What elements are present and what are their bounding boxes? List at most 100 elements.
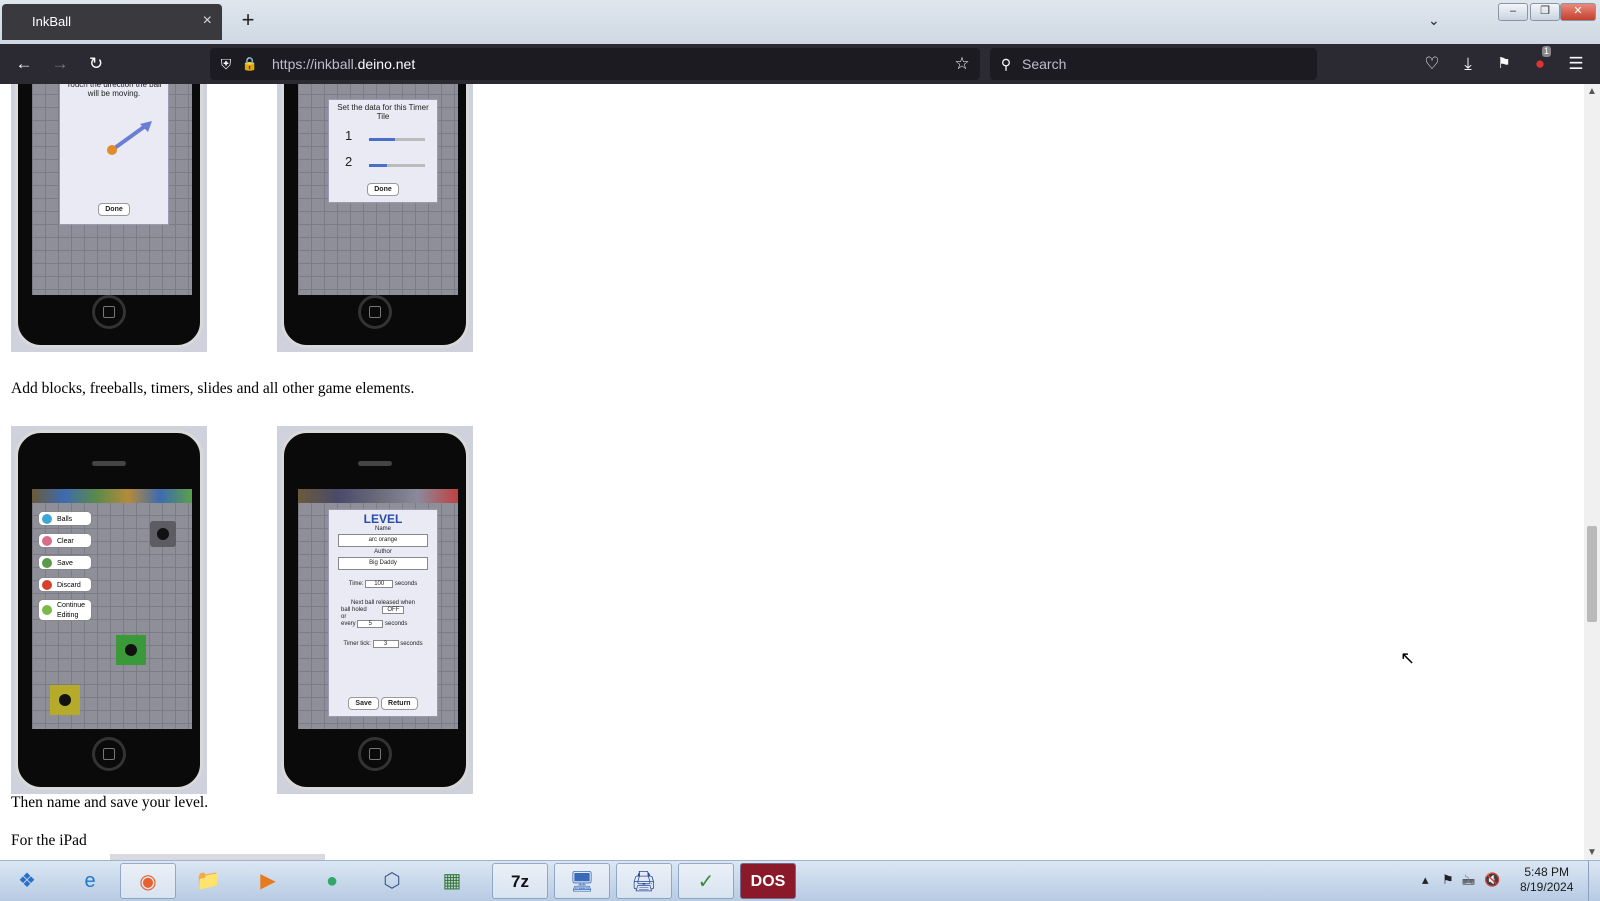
- caption-add-elements: Add blocks, freeballs, timers, slides an…: [11, 380, 415, 397]
- scroll-down-icon[interactable]: ▼: [1587, 847, 1597, 858]
- every-row: every 5 seconds: [341, 620, 408, 628]
- shield-icon[interactable]: ⛨: [214, 52, 238, 76]
- direction-arrow-icon: [107, 121, 152, 155]
- home-button-icon: [358, 295, 392, 329]
- done-button: Done: [98, 203, 130, 216]
- home-button-icon: [92, 737, 126, 771]
- screenshot-editor-menu: Balls Clear Save Discard Continue Editin…: [11, 426, 207, 794]
- yellow-hole-tile: [50, 685, 80, 715]
- level-return-button: Return: [381, 697, 418, 710]
- level-title: LEVEL: [363, 512, 403, 526]
- search-icon: ⚲: [1000, 56, 1012, 72]
- extensions-icon[interactable]: ⚑: [1492, 52, 1516, 76]
- nav-bar: ← → ↻ ⛨ 🔒 https://inkball.deino.net ☆ ⚲ …: [0, 44, 1600, 84]
- tab-close-icon[interactable]: ×: [203, 12, 212, 30]
- reload-icon[interactable]: ↻: [84, 52, 108, 76]
- internet-explorer-icon[interactable]: e: [62, 863, 118, 899]
- ball-holed-row: ball holed OFF: [329, 606, 437, 614]
- mouse-cursor-icon: ↖: [1400, 648, 1416, 668]
- search-placeholder: Search: [1022, 56, 1067, 72]
- downloads-icon[interactable]: ⤓: [1456, 52, 1480, 76]
- slider-2: [369, 164, 425, 167]
- remote-desktop-icon[interactable]: 🖥: [554, 863, 610, 899]
- menu-balls: Balls: [38, 511, 92, 526]
- author-field: Big Daddy: [338, 557, 428, 570]
- caption-ipad: For the iPad: [11, 832, 87, 849]
- lock-icon[interactable]: 🔒: [238, 52, 262, 76]
- screenshot-level-settings: LEVEL Name arc orange Author Big Daddy T…: [277, 426, 473, 794]
- caption-name-save: Then name and save your level.: [11, 794, 209, 811]
- chart-app-icon[interactable]: ✓: [678, 863, 734, 899]
- row-1-number: 1: [345, 128, 353, 143]
- minimize-button[interactable]: –: [1498, 3, 1528, 21]
- 7zip-icon[interactable]: 7z: [492, 863, 548, 899]
- timer-tick-row: Timer tick: 3 seconds: [343, 640, 423, 648]
- start-button-icon[interactable]: ❖: [2, 863, 52, 899]
- slider-1: [369, 138, 425, 141]
- timer-dialog: Set the data for this Timer Tile 1 2 Don…: [328, 99, 438, 203]
- name-label: Name: [374, 526, 391, 532]
- row-2-number: 2: [345, 154, 353, 169]
- green-hole-tile: [116, 635, 146, 665]
- search-bar[interactable]: ⚲ Search: [990, 48, 1317, 80]
- tile-palette: [32, 489, 192, 503]
- clock-date: 8/19/2024: [1520, 880, 1574, 894]
- action-center-flag-icon[interactable]: ⚑: [1442, 872, 1454, 888]
- restore-button[interactable]: ❐: [1530, 3, 1560, 21]
- url-bar[interactable]: ⛨ 🔒 https://inkball.deino.net ☆: [210, 48, 980, 80]
- hole-tile: [150, 521, 176, 547]
- firefox-icon[interactable]: ◉: [120, 863, 176, 899]
- network-app-icon[interactable]: 🖨: [616, 863, 672, 899]
- level-save-button: Save: [348, 697, 379, 710]
- forward-icon[interactable]: →: [48, 52, 72, 76]
- home-button-icon: [358, 737, 392, 771]
- globe-app-icon[interactable]: ●: [304, 863, 360, 899]
- tab-strip: InkBall × + ⌄ – ❐ ✕: [0, 0, 1600, 44]
- bookmark-star-icon[interactable]: ☆: [950, 52, 974, 76]
- extension-badge: 1: [1542, 46, 1552, 57]
- media-player-icon[interactable]: ▶: [240, 863, 296, 899]
- tab-inkball[interactable]: InkBall ×: [2, 4, 222, 40]
- screenshot-timer-tile: Set the data for this Timer Tile 1 2 Don…: [277, 84, 473, 352]
- scroll-thumb[interactable]: [1587, 526, 1597, 622]
- timer-dialog-title: Set the data for this Timer Tile: [337, 103, 429, 121]
- screenshot-direction: Touch the direction the ball will be mov…: [11, 84, 207, 352]
- ublock-icon[interactable]: ● 1: [1528, 46, 1552, 76]
- menu-save: Save: [38, 555, 92, 570]
- clock-time: 5:48 PM: [1524, 865, 1570, 879]
- vertical-scrollbar[interactable]: ▲ ▼: [1584, 84, 1600, 860]
- back-icon[interactable]: ←: [12, 52, 36, 76]
- name-field: arc orange: [338, 534, 428, 547]
- tray-expand-icon[interactable]: ▴: [1422, 872, 1429, 888]
- dosbox-icon[interactable]: DOS: [740, 863, 796, 899]
- show-desktop-button[interactable]: [1588, 861, 1600, 901]
- menu-icon[interactable]: ☰: [1564, 52, 1588, 76]
- scroll-up-icon[interactable]: ▲: [1587, 86, 1597, 97]
- page-content: Touch the direction the ball will be mov…: [0, 84, 1584, 860]
- spreadsheet-app-icon[interactable]: ▦: [424, 863, 480, 899]
- time-row: Time: 100 seconds: [348, 580, 418, 588]
- system-clock[interactable]: 5:48 PM 8/19/2024: [1520, 865, 1573, 895]
- menu-discard: Discard: [38, 577, 92, 592]
- file-explorer-icon[interactable]: 📁: [180, 863, 236, 899]
- menu-clear: Clear: [38, 533, 92, 548]
- level-dialog: LEVEL Name arc orange Author Big Daddy T…: [328, 509, 438, 717]
- tile-palette: [298, 489, 458, 503]
- done-button: Done: [367, 183, 399, 196]
- new-tab-button[interactable]: +: [236, 8, 260, 32]
- author-label: Author: [374, 549, 392, 555]
- url-text: https://inkball.deino.net: [272, 56, 416, 72]
- tab-title: InkBall: [32, 14, 72, 29]
- home-button-icon: [92, 295, 126, 329]
- pocket-icon[interactable]: ♡: [1420, 52, 1444, 76]
- volume-muted-icon[interactable]: 🔇: [1484, 872, 1500, 888]
- direction-text: Touch the direction the ball will be mov…: [66, 84, 162, 98]
- virtualbox-icon[interactable]: ⬡: [364, 863, 420, 899]
- close-window-button[interactable]: ✕: [1560, 3, 1596, 21]
- level-actions: Save Return: [329, 697, 437, 710]
- taskbar: ❖ e ◉ 📁 ▶ ● ⬡ ▦ 7z 🖥 🖨 ✓ DOS ▴ ⚑ 🖮 🔇 5:4…: [0, 860, 1600, 901]
- menu-continue-editing: Continue Editing: [38, 599, 92, 621]
- list-tabs-icon[interactable]: ⌄: [1428, 12, 1440, 29]
- network-icon[interactable]: 🖮: [1462, 872, 1475, 894]
- direction-dialog: Touch the direction the ball will be mov…: [59, 84, 169, 225]
